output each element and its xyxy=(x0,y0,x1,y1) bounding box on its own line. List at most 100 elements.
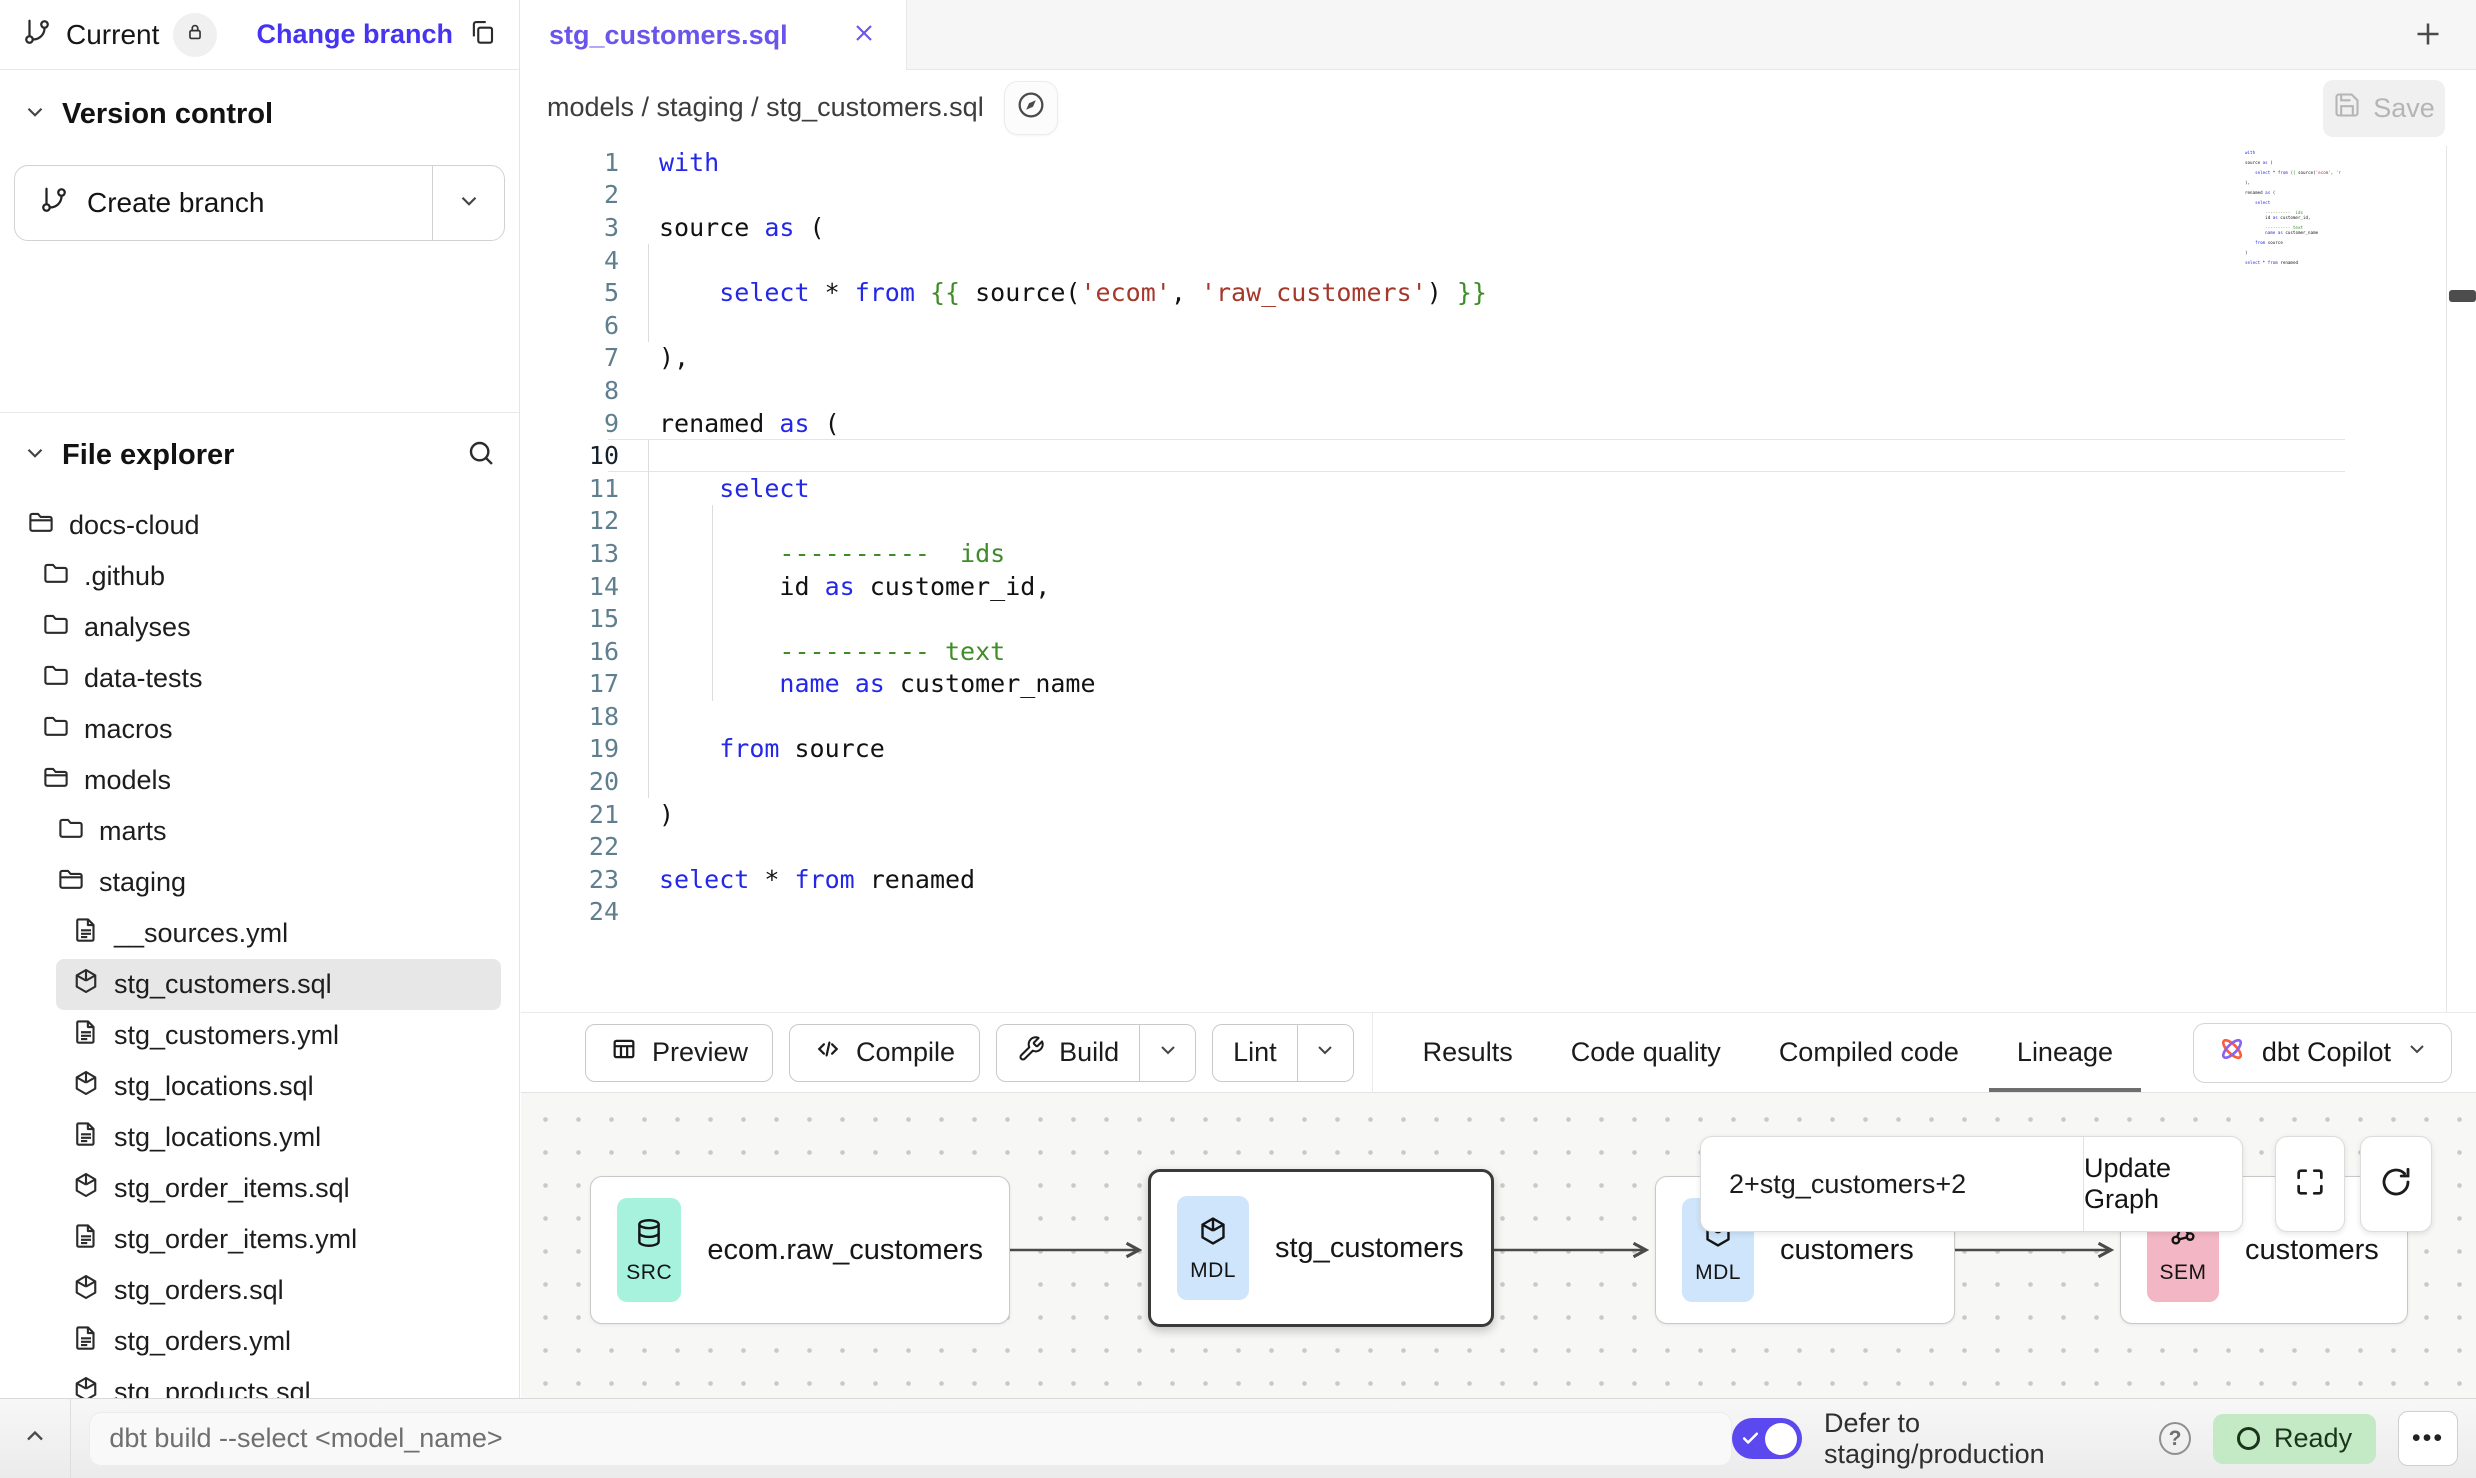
line-number: 9 xyxy=(521,409,619,438)
code-line[interactable]: 22 xyxy=(521,830,2476,863)
line-number: 8 xyxy=(521,376,619,405)
close-icon[interactable] xyxy=(850,19,878,52)
code-line[interactable]: 23select * from renamed xyxy=(521,863,2476,896)
code-editor[interactable]: 1with23source as (45 select * from {{ so… xyxy=(521,146,2476,1012)
more-options-button[interactable]: ••• xyxy=(2398,1411,2458,1466)
copy-icon[interactable] xyxy=(467,17,497,52)
file-tree-item[interactable]: stg_locations.yml xyxy=(14,1112,505,1163)
code-line[interactable]: 17 name as customer_name xyxy=(521,668,2476,701)
code-line[interactable]: 14 id as customer_id, xyxy=(521,570,2476,603)
build-button[interactable]: Build xyxy=(997,1025,1139,1081)
code-line[interactable]: 15 xyxy=(521,602,2476,635)
code-line[interactable]: 20 xyxy=(521,765,2476,798)
check-icon xyxy=(1741,1429,1760,1448)
file-tree-item[interactable]: macros xyxy=(14,704,505,755)
version-control-section: Version control Create branch xyxy=(0,70,519,413)
tab-lineage[interactable]: Lineage xyxy=(2017,1013,2113,1093)
file-tree: docs-cloud .github analysesdata-testsmacro… xyxy=(14,500,505,1398)
code-line[interactable]: 11 select xyxy=(521,472,2476,505)
command-input[interactable] xyxy=(109,1423,1712,1454)
code-line[interactable]: 5 select * from {{ source('ecom', 'raw_c… xyxy=(521,276,2476,309)
dbt-copilot-button[interactable]: dbt Copilot xyxy=(2193,1023,2452,1083)
indent-guide xyxy=(712,505,713,701)
lineage-node-stg-customers[interactable]: MDL stg_customers xyxy=(1148,1169,1494,1327)
refresh-button[interactable] xyxy=(2360,1136,2432,1232)
build-dropdown[interactable] xyxy=(1139,1025,1195,1081)
main-pane: stg_customers.sql models / staging / stg… xyxy=(521,0,2476,1398)
file-tree-item[interactable]: marts xyxy=(14,806,505,857)
file-tree-item-label: stg_products.sql xyxy=(114,1377,311,1398)
collapse-panel-button[interactable] xyxy=(0,1399,71,1478)
create-branch-button[interactable]: Create branch xyxy=(15,166,432,240)
file-tree-item[interactable]: stg_order_items.yml xyxy=(14,1214,505,1265)
defer-label: Defer to staging/production xyxy=(1824,1408,2137,1470)
minimap[interactable]: with source as ( select * from {{ source… xyxy=(2245,150,2341,270)
code-line[interactable]: 12 xyxy=(521,505,2476,538)
lineage-node-ecom-raw-customers[interactable]: SRC ecom.raw_customers xyxy=(590,1176,1010,1324)
version-control-header[interactable]: Version control xyxy=(14,90,505,139)
defer-toggle[interactable] xyxy=(1732,1418,1802,1459)
preview-button[interactable]: Preview xyxy=(585,1024,773,1082)
file-tree-item[interactable]: analyses xyxy=(14,602,505,653)
compile-button[interactable]: Compile xyxy=(789,1024,980,1082)
create-branch-dropdown[interactable] xyxy=(432,166,504,240)
file-tree-item[interactable]: stg_orders.sql xyxy=(14,1265,505,1316)
code-line[interactable]: 18 xyxy=(521,700,2476,733)
code-line[interactable]: 19 from source xyxy=(521,733,2476,766)
code-line[interactable]: 7), xyxy=(521,342,2476,375)
code-line[interactable]: 4 xyxy=(521,244,2476,277)
scrollbar-thumb[interactable] xyxy=(2449,290,2476,302)
fullscreen-button[interactable] xyxy=(2275,1136,2345,1232)
file-tree-item[interactable]: stg_locations.sql xyxy=(14,1061,505,1112)
file-explorer-header[interactable]: File explorer xyxy=(14,427,505,484)
branch-bar: Current Change branch xyxy=(0,0,519,70)
code-line[interactable]: 16 ---------- text xyxy=(521,635,2476,668)
code-line[interactable]: 1with xyxy=(521,146,2476,179)
file-tree-item[interactable]: stg_order_items.sql xyxy=(14,1163,505,1214)
file-tree-item[interactable]: stg_customers.sql xyxy=(56,959,501,1010)
preview-label: Preview xyxy=(652,1037,748,1068)
file-tree-item[interactable]: docs-cloud xyxy=(14,500,505,551)
file-tree-item[interactable]: staging xyxy=(14,857,505,908)
file-tree-item[interactable]: stg_orders.yml xyxy=(14,1316,505,1367)
code-line[interactable]: 21) xyxy=(521,798,2476,831)
code-line[interactable]: 9renamed as ( xyxy=(521,407,2476,440)
copilot-compass-button[interactable] xyxy=(1004,81,1058,135)
lineage-panel[interactable]: SRC ecom.raw_customers MDL stg_customers xyxy=(521,1092,2476,1398)
status-bar-right: Defer to staging/production ? Ready ••• xyxy=(1732,1408,2476,1470)
tab-results[interactable]: Results xyxy=(1423,1013,1513,1093)
line-number: 12 xyxy=(521,506,619,535)
code-line[interactable]: 24 xyxy=(521,896,2476,929)
code-line[interactable]: 10 xyxy=(521,439,2476,472)
change-branch-link[interactable]: Change branch xyxy=(256,19,453,50)
code-line[interactable]: 13 ---------- ids xyxy=(521,537,2476,570)
file-tree-item-label: .github xyxy=(84,561,165,592)
tab-stg-customers-sql[interactable]: stg_customers.sql xyxy=(521,0,907,71)
search-icon[interactable] xyxy=(465,437,497,474)
code-line[interactable]: 2 xyxy=(521,179,2476,212)
tab-compiled-code[interactable]: Compiled code xyxy=(1779,1013,1959,1093)
code-line[interactable]: 8 xyxy=(521,374,2476,407)
file-tree-item[interactable]: .github xyxy=(14,551,505,602)
update-graph-button[interactable]: Update Graph xyxy=(2083,1137,2242,1231)
lint-dropdown[interactable] xyxy=(1297,1025,1353,1081)
file-tree-item[interactable]: models xyxy=(14,755,505,806)
lineage-selector-input[interactable] xyxy=(1701,1137,2083,1231)
lint-button[interactable]: Lint xyxy=(1213,1025,1297,1081)
file-tree-item[interactable]: stg_customers.yml xyxy=(14,1010,505,1061)
editor-scrollbar[interactable] xyxy=(2446,146,2476,1012)
node-badge-label: MDL xyxy=(1190,1259,1236,1283)
tab-code-quality[interactable]: Code quality xyxy=(1571,1013,1721,1093)
lineage-controls: Update Graph xyxy=(1700,1136,2243,1232)
code-line[interactable]: 6 xyxy=(521,309,2476,342)
new-tab-button[interactable] xyxy=(2406,14,2450,58)
code-line-content: ---------- ids xyxy=(619,537,2345,570)
code-line[interactable]: 3source as ( xyxy=(521,211,2476,244)
file-tree-item[interactable]: data-tests xyxy=(14,653,505,704)
code-line-content: ) xyxy=(619,798,2345,831)
help-icon[interactable]: ? xyxy=(2159,1422,2191,1455)
file-tree-item[interactable]: stg_products.sql xyxy=(14,1367,505,1398)
save-button[interactable]: Save xyxy=(2323,80,2445,137)
wrench-icon xyxy=(1017,1035,1045,1070)
file-tree-item[interactable]: __sources.yml xyxy=(14,908,505,959)
